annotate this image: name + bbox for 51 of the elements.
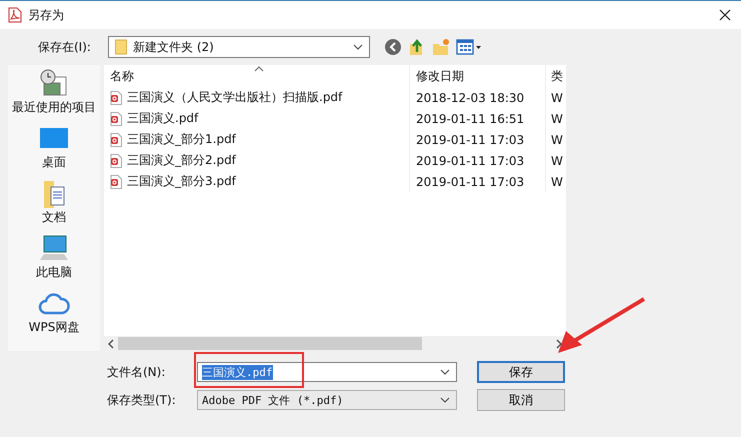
file-name[interactable]: 三国演义.pdf [127,110,198,127]
file-type: W [550,90,564,106]
view-menu-icon[interactable] [456,38,482,56]
pdf-file-icon [110,90,122,104]
file-type-value: Adobe PDF 文件 (*.pdf) [202,392,344,408]
file-name-value: 三国演义.pdf [202,364,272,380]
scroll-right-icon[interactable] [556,338,562,348]
save-button[interactable]: 保存 [477,361,565,383]
column-header[interactable]: 类 [546,65,566,87]
modified-date: 2019-01-11 17:03 [410,171,546,192]
scrollbar-thumb[interactable] [118,337,422,350]
back-icon[interactable] [384,38,402,56]
file-name-label: 文件名(N): [107,364,166,380]
file-name[interactable]: 三国演义（人民文学出版社）扫描版.pdf [127,89,342,106]
pdf-file-icon [110,112,122,126]
file-type-dropdown[interactable]: Adobe PDF 文件 (*.pdf) [197,390,457,410]
modified-date: 2019-01-11 17:03 [410,150,546,171]
pdf-file-icon [110,154,122,168]
file-type: W [550,152,564,170]
file-name[interactable]: 三国演义_部分1.pdf [127,131,236,148]
file-type: W [550,110,564,128]
modified-date: 2019-01-11 16:51 [410,108,546,129]
pdf-file-icon [110,132,122,146]
file-name-field[interactable]: 三国演义.pdf [197,362,457,382]
chevron-down-icon[interactable] [440,397,450,403]
place-label[interactable]: 此电脑 [36,264,72,281]
chevron-down-icon[interactable] [440,369,450,375]
place-label[interactable]: 桌面 [42,154,66,171]
scroll-left-icon[interactable] [108,338,114,348]
folder-icon [115,39,127,55]
file-name[interactable]: 三国演义_部分3.pdf [127,173,236,190]
column-header[interactable]: 修改日期 [410,65,546,87]
window-title: 另存为 [28,6,64,24]
file-type: W [550,132,564,148]
pdf-file-icon [110,174,122,188]
save-in-dropdown[interactable]: 新建文件夹 (2) [108,36,370,58]
place-label[interactable]: WPS网盘 [28,319,80,336]
save-in-label: 保存在(I): [38,38,92,56]
modified-date: 2019-01-11 17:03 [410,129,546,150]
file-type-label: 保存类型(T): [107,392,177,408]
place-label[interactable]: 最近使用的项目 [12,99,96,116]
pdf-document-icon [8,7,22,23]
folder-name: 新建文件夹 (2) [133,38,215,56]
file-type: W [550,174,564,190]
cancel-button[interactable]: 取消 [477,389,565,411]
modified-date: 2018-12-03 18:30 [410,87,546,108]
file-name[interactable]: 三国演义_部分2.pdf [127,152,236,169]
place-label[interactable]: 文档 [42,209,66,226]
close-icon[interactable] [719,9,731,21]
chevron-down-icon[interactable] [353,44,363,50]
column-header[interactable]: 名称 [104,65,410,87]
